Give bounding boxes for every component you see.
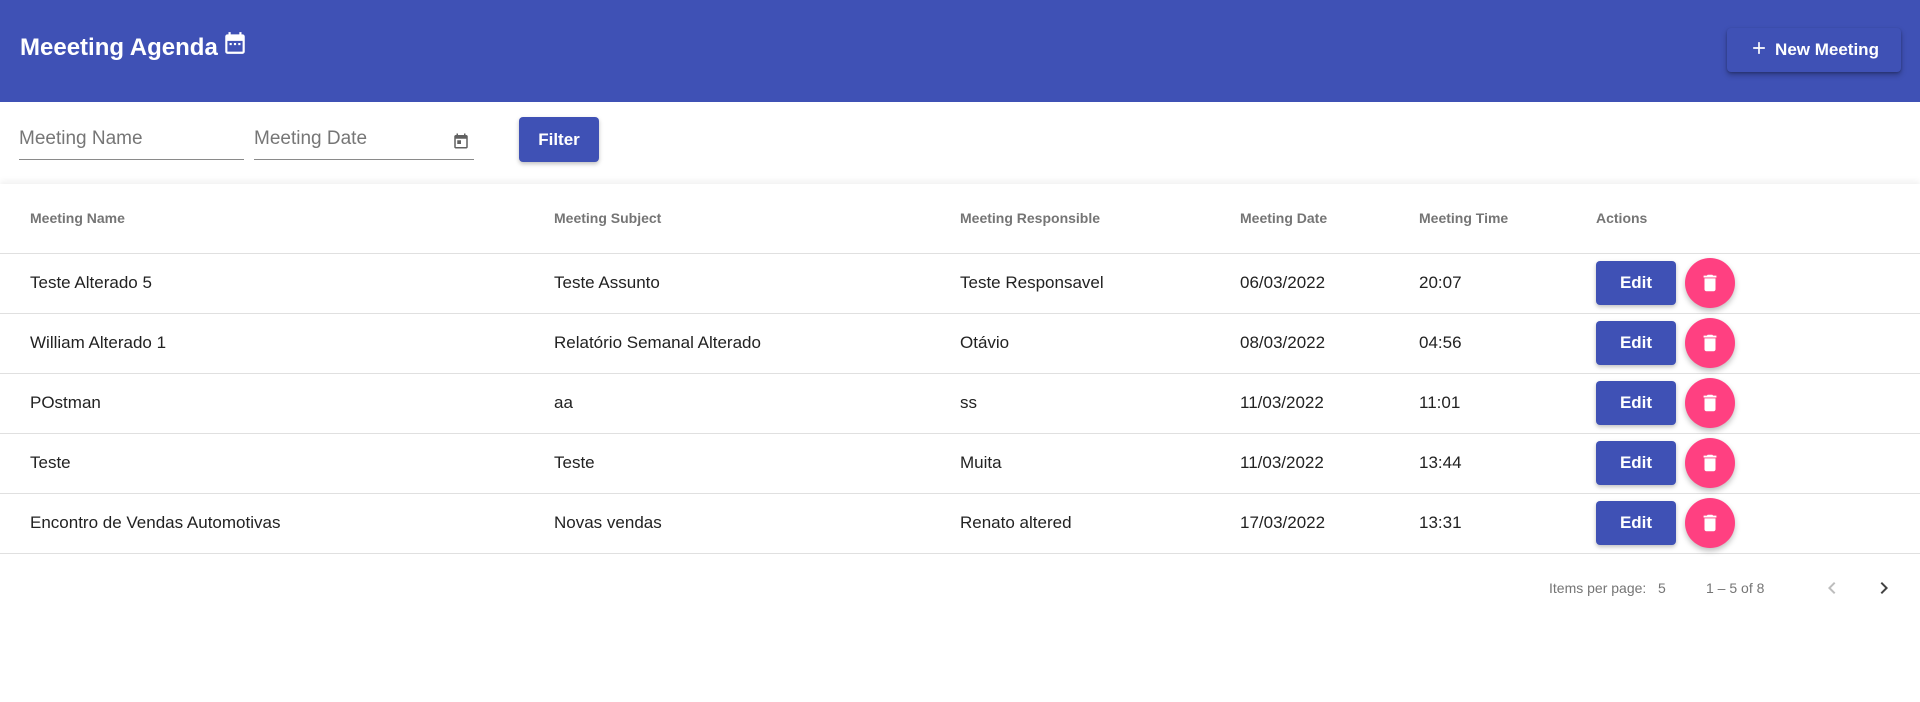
trash-icon [1703,514,1717,532]
meeting-date-input[interactable] [254,118,474,150]
cell-name: Encontro de Vendas Automotivas [0,493,554,554]
cell-time: 11:01 [1419,373,1596,434]
cell-time: 04:56 [1419,313,1596,374]
cell-time: 13:44 [1419,433,1596,494]
app-title-text: Meeeting Agenda [20,34,218,61]
cell-subject: aa [554,373,960,434]
cell-responsible: ss [960,373,1240,434]
paginator: Items per page: 5 1 – 5 of 8 [0,568,1920,608]
cell-name: William Alterado 1 [0,313,554,374]
meeting-date-field [254,118,474,160]
plus-icon [1749,38,1769,63]
delete-button[interactable] [1685,258,1735,308]
next-page-button[interactable] [1872,576,1896,603]
column-header-date[interactable]: Meeting Date [1240,184,1419,254]
cell-date: 17/03/2022 [1240,493,1419,554]
page-size-select[interactable]: 5 [1658,580,1666,596]
delete-button[interactable] [1685,438,1735,488]
chevron-left-icon [1828,582,1836,594]
column-header-actions: Actions [1596,184,1920,254]
cell-subject: Relatório Semanal Alterado [554,313,960,374]
meetings-table-card: Meeting Name Meeting Subject Meeting Res… [0,184,1920,702]
cell-responsible: Muita [960,433,1240,494]
trash-icon [1703,274,1717,292]
previous-page-button[interactable] [1820,576,1844,603]
cell-time: 20:07 [1419,253,1596,314]
cell-name: POstman [0,373,554,434]
cell-name: Teste Alterado 5 [0,253,554,314]
cell-name: Teste [0,433,554,494]
cell-responsible: Renato altered [960,493,1240,554]
trash-icon [1703,394,1717,412]
calendar-icon [222,30,248,56]
cell-date: 11/03/2022 [1240,373,1419,434]
delete-button[interactable] [1685,318,1735,368]
app-toolbar: Meeeting Agenda New Meeting [0,0,1920,102]
date-picker-icon[interactable] [452,132,470,155]
table-row: Teste Teste Muita 11/03/2022 13:44 Edit [0,433,1920,494]
cell-date: 08/03/2022 [1240,313,1419,374]
cell-subject: Novas vendas [554,493,960,554]
table-row: Encontro de Vendas Automotivas Novas ven… [0,493,1920,554]
cell-responsible: Teste Responsavel [960,253,1240,314]
table-row: William Alterado 1 Relatório Semanal Alt… [0,313,1920,374]
edit-button[interactable]: Edit [1596,261,1676,305]
meetings-table: Meeting Name Meeting Subject Meeting Res… [0,184,1920,554]
edit-button[interactable]: Edit [1596,381,1676,425]
table-row: Teste Alterado 5 Teste Assunto Teste Res… [0,253,1920,314]
chevron-right-icon [1880,582,1888,594]
table-header-row: Meeting Name Meeting Subject Meeting Res… [0,184,1920,254]
column-header-responsible[interactable]: Meeting Responsible [960,184,1240,254]
column-header-subject[interactable]: Meeting Subject [554,184,960,254]
page-range-label: 1 – 5 of 8 [1706,580,1765,596]
trash-icon [1703,334,1717,352]
trash-icon [1703,454,1717,472]
cell-date: 06/03/2022 [1240,253,1419,314]
items-per-page-label: Items per page: [1549,580,1647,596]
delete-button[interactable] [1685,378,1735,428]
edit-button[interactable]: Edit [1596,321,1676,365]
column-header-name[interactable]: Meeting Name [0,184,554,254]
new-meeting-button[interactable]: New Meeting [1727,28,1901,72]
meeting-name-input[interactable] [19,118,244,150]
column-header-time[interactable]: Meeting Time [1419,184,1596,254]
app-title: Meeeting Agenda [20,32,248,62]
table-row: POstman aa ss 11/03/2022 11:01 Edit [0,373,1920,434]
meeting-name-field [19,118,244,160]
cell-time: 13:31 [1419,493,1596,554]
delete-button[interactable] [1685,498,1735,548]
edit-button[interactable]: Edit [1596,501,1676,545]
cell-date: 11/03/2022 [1240,433,1419,494]
new-meeting-label: New Meeting [1775,40,1879,59]
edit-button[interactable]: Edit [1596,441,1676,485]
filter-bar: Filter [0,102,1920,182]
cell-subject: Teste [554,433,960,494]
filter-button[interactable]: Filter [519,117,599,162]
cell-subject: Teste Assunto [554,253,960,314]
cell-responsible: Otávio [960,313,1240,374]
